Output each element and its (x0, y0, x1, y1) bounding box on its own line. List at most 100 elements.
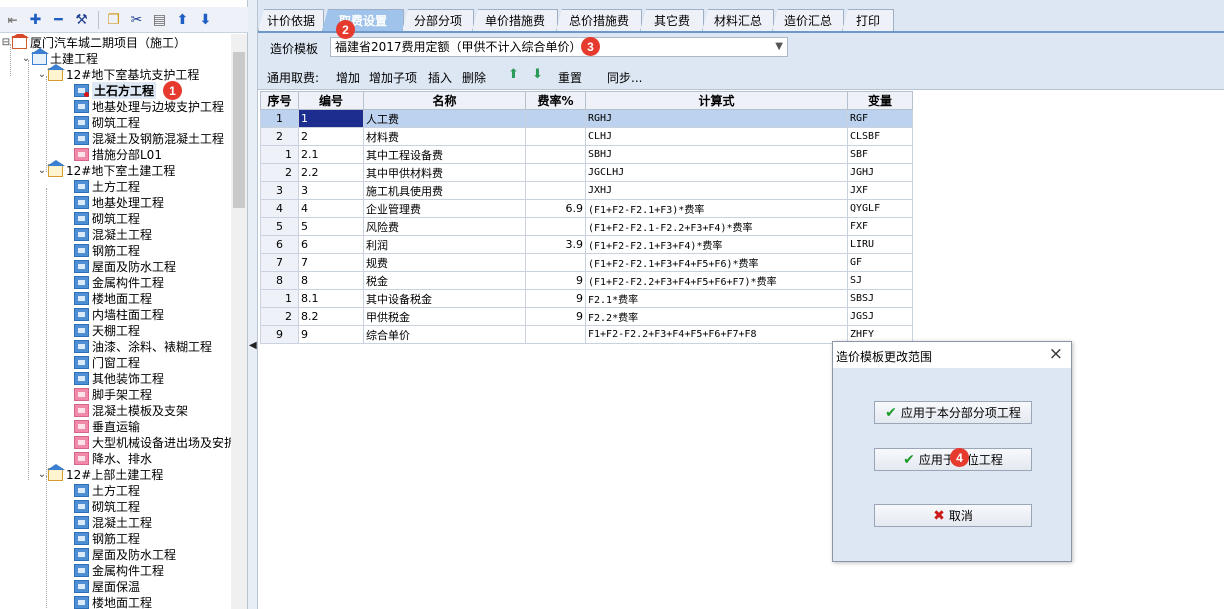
cell-seq[interactable]: 7 (260, 253, 299, 272)
table-row[interactable]: 1 2.1 其中工程设备费 SBHJ SBF (260, 145, 913, 164)
table-row[interactable]: 7 7 规费 (F1+F2-F2.1+F3+F4+F5+F6)*费率 GF (260, 253, 913, 272)
tree-scrollbar-thumb[interactable] (233, 52, 245, 208)
cell-var[interactable]: JGSJ (847, 307, 913, 326)
cell-seq[interactable]: 2 (260, 127, 299, 146)
tree-item[interactable]: 其他装饰工程 (62, 370, 164, 386)
cell-rate[interactable] (525, 181, 586, 200)
tab-1[interactable]: 取费设置 (322, 9, 404, 31)
tab-4[interactable]: 总价措施费 (556, 9, 642, 31)
cell-seq[interactable]: 1 (260, 109, 299, 128)
cell-formula[interactable]: JGCLHJ (585, 163, 848, 182)
cell-name[interactable]: 税金 (363, 271, 526, 290)
insert-button[interactable]: 插入 (428, 69, 452, 86)
cell-formula[interactable]: F2.1*费率 (585, 289, 848, 308)
sync-button[interactable]: 同步... (607, 69, 642, 86)
tree-item[interactable]: 垂直运输 (62, 418, 140, 434)
cell-name[interactable]: 综合单价 (363, 325, 526, 344)
add-button[interactable]: 增加 (336, 69, 360, 86)
tree-item[interactable]: 钢筋工程 (62, 242, 140, 258)
tree-item[interactable]: 屋面及防水工程 (62, 258, 176, 274)
cell-rate[interactable] (525, 325, 586, 344)
chevron-down-icon[interactable]: ▼ (775, 38, 783, 56)
cell-code[interactable]: 8.1 (298, 289, 364, 308)
cell-var[interactable]: SBF (847, 145, 913, 164)
cell-var[interactable]: JGHJ (847, 163, 913, 182)
tree-group-0[interactable]: ⌄ 12#地下室基坑支护工程 (36, 63, 199, 82)
cell-seq[interactable]: 2 (260, 163, 299, 182)
tree-item[interactable]: 措施分部L01 (62, 146, 162, 162)
table-row[interactable]: 2 8.2 甲供税金 9 F2.2*费率 JGSJ (260, 307, 913, 326)
cell-formula[interactable]: RGHJ (585, 109, 848, 128)
tab-0[interactable]: 计价依据 (258, 9, 324, 31)
cell-code[interactable]: 1 (298, 109, 364, 128)
add-child-button[interactable]: 增加子项 (369, 69, 417, 86)
col-var[interactable]: 变量 (847, 91, 913, 110)
cell-formula[interactable]: (F1+F2-F2.1+F3+F4)*费率 (585, 235, 848, 254)
cell-rate[interactable]: 6.9 (525, 199, 586, 218)
tree-item[interactable]: 混凝土模板及支架 (62, 402, 188, 418)
paste-icon[interactable]: ▤ (149, 9, 170, 30)
move-row-up-icon[interactable]: ⬆ (508, 67, 519, 82)
cell-code[interactable]: 2 (298, 127, 364, 146)
cell-seq[interactable]: 5 (260, 217, 299, 236)
tab-2[interactable]: 分部分项 (402, 9, 474, 31)
cell-seq[interactable]: 8 (260, 271, 299, 290)
cell-name[interactable]: 其中甲供材料费 (363, 163, 526, 182)
cell-seq[interactable]: 1 (260, 145, 299, 164)
reset-button[interactable]: 重置 (558, 69, 582, 86)
move-down-icon[interactable]: ⬇ (195, 9, 216, 30)
cell-var[interactable]: GF (847, 253, 913, 272)
col-name[interactable]: 名称 (363, 91, 526, 110)
cell-rate[interactable] (525, 109, 586, 128)
tree-item[interactable]: 砌筑工程 (62, 498, 140, 514)
tree-item[interactable]: 钢筋工程 (62, 530, 140, 546)
cell-seq[interactable]: 2 (260, 307, 299, 326)
cell-var[interactable]: FXF (847, 217, 913, 236)
tree-item[interactable]: 混凝土工程 (62, 514, 152, 530)
cell-var[interactable]: QYGLF (847, 199, 913, 218)
move-up-icon[interactable]: ⬆ (172, 9, 193, 30)
tree-item[interactable]: 天棚工程 (62, 322, 140, 338)
cell-rate[interactable] (525, 127, 586, 146)
template-select[interactable]: 福建省2017费用定额（甲供不计入综合单价） ▼ (330, 37, 788, 57)
table-row[interactable]: 1 1 人工费 RGHJ RGF (260, 109, 913, 128)
cell-code[interactable]: 5 (298, 217, 364, 236)
cell-formula[interactable]: F1+F2-F2.2+F3+F4+F5+F6+F7+F8 (585, 325, 848, 344)
table-row[interactable]: 3 3 施工机具使用费 JXHJ JXF (260, 181, 913, 200)
table-row[interactable]: 2 2 材料费 CLHJ CLSBF (260, 127, 913, 146)
copy-icon[interactable]: ❐ (103, 9, 124, 30)
cell-formula[interactable]: F2.2*费率 (585, 307, 848, 326)
cell-seq[interactable]: 3 (260, 181, 299, 200)
cell-formula[interactable]: (F1+F2-F2.1-F2.2+F3+F4)*费率 (585, 217, 848, 236)
cell-name[interactable]: 施工机具使用费 (363, 181, 526, 200)
tree-item[interactable]: 砌筑工程 (62, 210, 140, 226)
table-row[interactable]: 9 9 综合单价 F1+F2-F2.2+F3+F4+F5+F6+F7+F8 ZHFY (260, 325, 913, 344)
close-icon[interactable]: × (1049, 344, 1063, 364)
cell-code[interactable]: 9 (298, 325, 364, 344)
tree-item[interactable]: 地基处理与边坡支护工程 (62, 98, 224, 114)
tree-scrollbar[interactable] (231, 34, 247, 609)
tree-group-1[interactable]: ⌄ 12#地下室土建工程 (36, 159, 175, 178)
cell-name[interactable]: 人工费 (363, 109, 526, 128)
tree-item[interactable]: 油漆、涂料、裱糊工程 (62, 338, 212, 354)
tree-item[interactable]: 楼地面工程 (62, 594, 152, 609)
cell-name[interactable]: 其中工程设备费 (363, 145, 526, 164)
dialog-title-bar[interactable]: 造价模板更改范围 × (833, 342, 1071, 368)
col-seq[interactable]: 序号 (260, 91, 299, 110)
tree-item[interactable]: 屋面及防水工程 (62, 546, 176, 562)
table-row[interactable]: 5 5 风险费 (F1+F2-F2.1-F2.2+F3+F4)*费率 FXF (260, 217, 913, 236)
cell-name[interactable]: 风险费 (363, 217, 526, 236)
tree-collapse-icon[interactable]: ⇤ (2, 9, 23, 30)
cell-name[interactable]: 材料费 (363, 127, 526, 146)
table-row[interactable]: 1 8.1 其中设备税金 9 F2.1*费率 SBSJ (260, 289, 913, 308)
panel-splitter[interactable]: ◀ (248, 0, 258, 609)
cell-var[interactable]: SJ (847, 271, 913, 290)
cell-rate[interactable]: 9 (525, 307, 586, 326)
cell-name[interactable]: 利润 (363, 235, 526, 254)
tree-item-root[interactable]: ⊟ 厦门汽车城二期项目（施工） (0, 34, 186, 50)
table-row[interactable]: 6 6 利润 3.9 (F1+F2-F2.1+F3+F4)*费率 LIRU (260, 235, 913, 254)
cell-code[interactable]: 2.1 (298, 145, 364, 164)
cell-name[interactable]: 企业管理费 (363, 199, 526, 218)
tab-5[interactable]: 其它费 (640, 9, 704, 31)
cell-seq[interactable]: 6 (260, 235, 299, 254)
